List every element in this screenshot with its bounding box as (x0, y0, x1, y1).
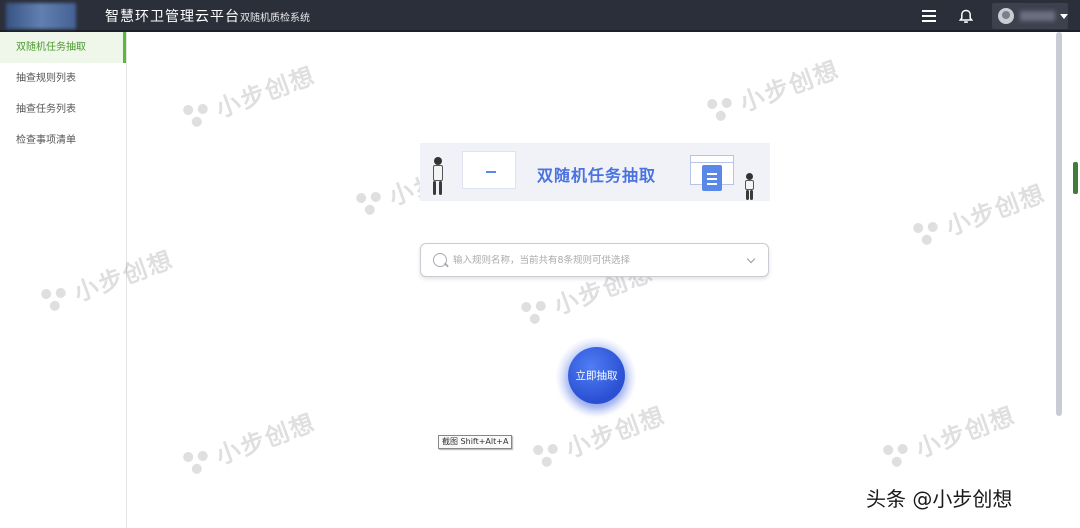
watermark-text: 小步创想 (912, 401, 1020, 464)
watermark-text: 小步创想 (212, 408, 320, 471)
pinwheel-logo-icon (181, 98, 215, 131)
watermark: 小步创想 (704, 50, 844, 129)
draw-now-button[interactable]: 立即抽取 (568, 347, 625, 404)
watermark-text: 小步创想 (212, 61, 320, 124)
top-header: 智慧环卫管理云平台 双随机质检系统 (0, 0, 1080, 32)
sidebar: 双随机任务抽取 抽查规则列表 抽查任务列表 检查事项清单 (0, 32, 127, 528)
document-icon (702, 165, 722, 191)
user-menu[interactable] (992, 3, 1068, 29)
screenshot-shortcut-tooltip: 截图 Shift+Alt+A (438, 435, 513, 449)
hero-banner: 双随机任务抽取 (420, 143, 770, 201)
username-blurred (1019, 11, 1055, 21)
whiteboard-mark (486, 171, 496, 173)
whiteboard-illustration (462, 151, 516, 189)
pinwheel-logo-icon (881, 438, 915, 471)
pinwheel-logo-icon (181, 445, 215, 478)
app-title: 智慧环卫管理云平台 (105, 9, 240, 25)
side-float-tab[interactable] (1073, 162, 1078, 194)
rule-search-input[interactable] (453, 254, 743, 266)
vertical-scrollbar[interactable] (1056, 32, 1062, 416)
pinwheel-logo-icon (354, 186, 388, 219)
sidebar-item-checklist[interactable]: 检查事项清单 (0, 125, 126, 156)
pinwheel-logo-icon (705, 92, 739, 125)
sidebar-item-rule-list[interactable]: 抽查规则列表 (0, 63, 126, 94)
user-avatar-icon (998, 8, 1014, 24)
watermark-text: 小步创想 (736, 55, 844, 118)
watermark: 小步创想 (180, 56, 320, 135)
sidebar-item-random-draw[interactable]: 双随机任务抽取 (0, 32, 126, 63)
pinwheel-logo-icon (531, 438, 565, 471)
watermark: 小步创想 (180, 403, 320, 482)
pinwheel-logo-icon (911, 216, 945, 249)
banner-title: 双随机任务抽取 (537, 166, 657, 185)
watermark-text: 小步创想 (942, 179, 1050, 242)
sidebar-item-task-list[interactable]: 抽查任务列表 (0, 94, 126, 125)
pinwheel-logo-icon (519, 295, 553, 328)
search-icon (433, 253, 447, 267)
app-subtitle: 双随机质检系统 (240, 13, 310, 24)
rule-search-select[interactable] (420, 243, 769, 277)
source-credit: 头条 @小步创想 (866, 487, 1013, 511)
chevron-down-icon[interactable] (746, 254, 756, 264)
bell-icon[interactable] (956, 6, 976, 26)
hamburger-menu-icon[interactable] (919, 6, 939, 26)
watermark: 小步创想 (910, 174, 1050, 253)
watermark: 小步创想 (880, 396, 1020, 475)
logo[interactable] (6, 3, 76, 29)
caret-down-icon (1060, 13, 1068, 19)
